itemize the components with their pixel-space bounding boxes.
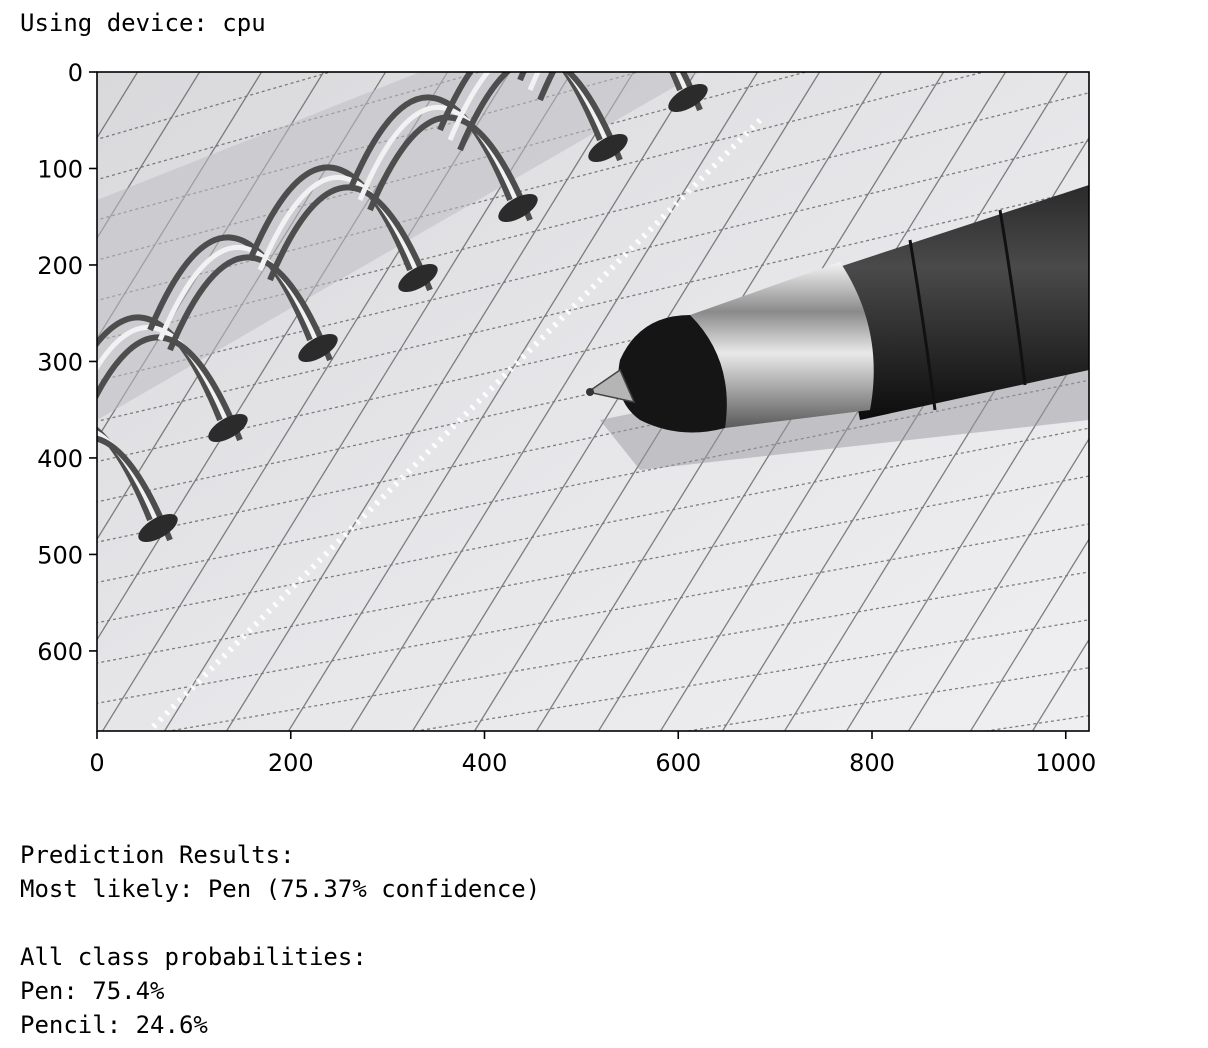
x-tick-label: 0 [89,749,104,777]
results-header: Prediction Results: [20,841,295,869]
y-tick-label: 300 [37,348,83,376]
x-tick-label: 1000 [1035,749,1096,777]
x-tick-label: 400 [462,749,508,777]
class-probability-pencil: Pencil: 24.6% [20,1011,208,1039]
y-tick-label: 500 [37,541,83,569]
y-tick-label: 0 [68,59,83,87]
x-tick-label: 200 [268,749,314,777]
all-probabilities-header: All class probabilities: [20,943,367,971]
y-axis: 0 100 200 300 400 500 600 [37,59,97,666]
most-likely-line: Most likely: Pen (75.37% confidence) [20,875,541,903]
y-tick-label: 400 [37,445,83,473]
y-tick-label: 600 [37,638,83,666]
image-plot: 0 200 400 600 800 1000 0 100 200 300 400 500 600 [37,59,1096,777]
x-axis: 0 200 400 600 800 1000 [89,731,1096,777]
y-tick-label: 100 [37,155,83,183]
notebook-pen-photo [97,72,1089,731]
y-tick-label: 200 [37,252,83,280]
x-tick-label: 800 [849,749,895,777]
x-tick-label: 600 [655,749,701,777]
class-probability-pen: Pen: 75.4% [20,977,165,1005]
